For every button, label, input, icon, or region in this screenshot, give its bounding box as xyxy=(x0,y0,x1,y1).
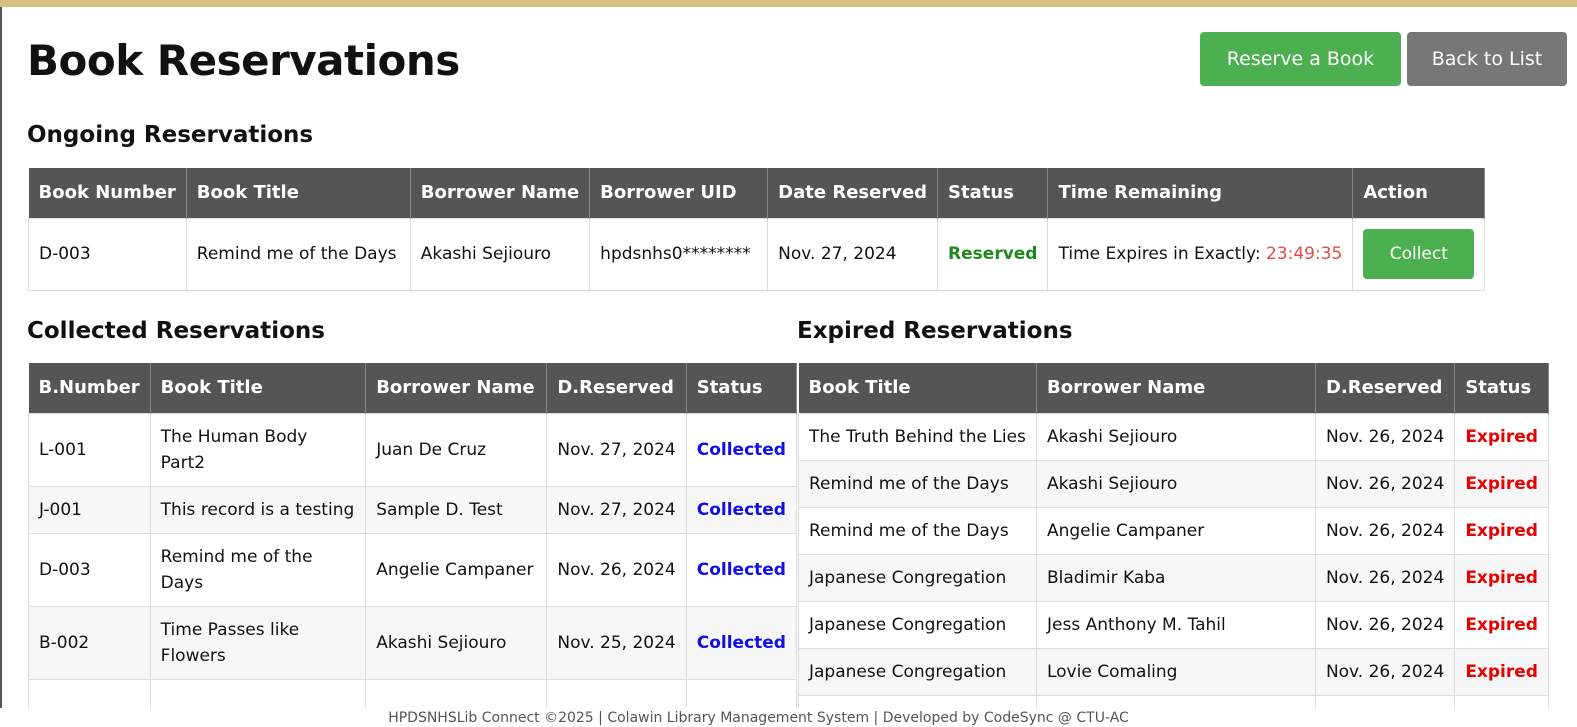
page-title: Book Reservations xyxy=(27,36,460,85)
collect-button[interactable]: Collect xyxy=(1363,229,1475,279)
book-title: Remind me of the Days xyxy=(149,532,367,607)
date-reserved: Nov. 26, 2024 xyxy=(546,532,687,607)
date-reserved: Nov. 27, 2024 xyxy=(767,217,939,291)
status-badge: Collected xyxy=(685,485,798,534)
column-header: Book Title xyxy=(798,363,1037,413)
table-row: Japanese Congregation Lovie Comaling Nov… xyxy=(798,647,1549,696)
table-row: D-003 Remind me of the Days Akashi Sejio… xyxy=(28,217,1486,291)
column-header: Book Title xyxy=(150,363,367,413)
table-header-row: Book Title Borrower Name D.Reserved Stat… xyxy=(798,363,1549,413)
date-reserved: Nov. 26, 2024 xyxy=(1314,647,1456,696)
status-badge: Expired xyxy=(1454,506,1549,555)
table-row: Japanese Congregation Bladimir Kaba Nov.… xyxy=(798,553,1549,602)
column-header: Action xyxy=(1352,168,1486,218)
borrower-name: Akashi Sejiouro xyxy=(1035,412,1316,461)
book-number: L-001 xyxy=(28,412,151,487)
column-header: Book Number xyxy=(28,168,187,218)
table-row: L-001 The Human Body Part2 Juan De Cruz … xyxy=(28,412,798,487)
book-number: D-003 xyxy=(28,532,151,607)
book-title: Remind me of the Days xyxy=(798,459,1037,508)
table-header-row: Book Number Book Title Borrower Name Bor… xyxy=(28,168,1486,218)
book-title: Japanese Congregation xyxy=(798,647,1037,696)
borrower-name: Lovie Comaling xyxy=(1035,647,1316,696)
book-number: B-002 xyxy=(28,605,151,680)
column-header: Status xyxy=(937,168,1049,218)
status-badge: Collected xyxy=(685,605,798,680)
column-header: D.Reserved xyxy=(546,363,687,413)
column-header: Book Title xyxy=(186,168,411,218)
column-header: Borrower Name xyxy=(1036,363,1316,413)
column-header: Borrower Name xyxy=(410,168,591,218)
book-title: The Human Body Part2 xyxy=(149,412,367,487)
column-header: B.Number xyxy=(28,363,151,413)
book-title: Remind me of the Days xyxy=(185,217,411,291)
ongoing-section-title: Ongoing Reservations xyxy=(27,122,314,148)
status-badge: Collected xyxy=(685,412,798,487)
status-badge: Expired xyxy=(1454,647,1549,696)
book-title: The Truth Behind the Lies xyxy=(798,412,1037,461)
time-remaining-label: Time Expires in Exactly: xyxy=(1058,244,1261,264)
table-row: J-001 This record is a testing Sample D.… xyxy=(28,485,798,534)
table-row: Japanese Congregation Jess Anthony M. Ta… xyxy=(798,600,1549,649)
table-row: Remind me of the Days Akashi Sejiouro No… xyxy=(798,459,1549,508)
book-title: Japanese Congregation xyxy=(798,600,1037,649)
book-number: J-001 xyxy=(28,485,151,534)
book-title: Time Passes like Flowers xyxy=(149,605,367,680)
collected-section-title: Collected Reservations xyxy=(27,318,325,344)
book-title: Remind me of the Days xyxy=(798,506,1037,555)
back-to-list-button[interactable]: Back to List xyxy=(1407,32,1567,86)
book-title: Japanese Congregation xyxy=(798,553,1037,602)
column-header: Date Reserved xyxy=(767,168,939,218)
left-border xyxy=(0,7,2,727)
borrower-name: Bladimir Kaba xyxy=(1035,553,1316,602)
borrower-name: Angelie Campaner xyxy=(365,532,548,607)
date-reserved: Nov. 26, 2024 xyxy=(1314,600,1456,649)
borrower-name: Angelie Campaner xyxy=(1035,506,1316,555)
footer-text: HPDSNHSLib Connect ©2025 | Colawin Libra… xyxy=(388,710,1129,726)
table-row: B-002 Time Passes like Flowers Akashi Se… xyxy=(28,605,798,680)
action-cell: Collect xyxy=(1352,217,1486,291)
borrower-name: Akashi Sejiouro xyxy=(365,605,548,680)
date-reserved: Nov. 26, 2024 xyxy=(1314,459,1456,508)
column-header: D.Reserved xyxy=(1315,363,1456,413)
status-badge: Expired xyxy=(1454,553,1549,602)
borrower-uid: hpdsnhs0******** xyxy=(589,217,769,291)
expired-section-title: Expired Reservations xyxy=(797,318,1073,344)
table-row: The Truth Behind the Lies Akashi Sejiour… xyxy=(798,412,1549,461)
borrower-name: Sample D. Test xyxy=(365,485,548,534)
column-header: Status xyxy=(686,363,798,413)
date-reserved: Nov. 26, 2024 xyxy=(1314,506,1456,555)
borrower-name: Jess Anthony M. Tahil xyxy=(1035,600,1316,649)
date-reserved: Nov. 26, 2024 xyxy=(1314,553,1456,602)
status-badge: Expired xyxy=(1454,412,1549,461)
footer: HPDSNHSLib Connect ©2025 | Colawin Libra… xyxy=(0,708,1577,727)
column-header: Status xyxy=(1454,363,1549,413)
borrower-name: Akashi Sejiouro xyxy=(1035,459,1316,508)
book-title: This record is a testing xyxy=(149,485,367,534)
date-reserved: Nov. 26, 2024 xyxy=(1314,412,1456,461)
status-badge: Expired xyxy=(1454,600,1549,649)
ongoing-table: Book Number Book Title Borrower Name Bor… xyxy=(28,168,1486,291)
status-badge: Reserved xyxy=(937,217,1049,291)
expired-table: Book Title Borrower Name D.Reserved Stat… xyxy=(798,363,1549,727)
reserve-book-button[interactable]: Reserve a Book xyxy=(1200,32,1401,86)
top-accent-bar xyxy=(0,0,1577,7)
status-badge: Expired xyxy=(1454,459,1549,508)
date-reserved: Nov. 27, 2024 xyxy=(546,412,687,487)
date-reserved: Nov. 27, 2024 xyxy=(546,485,687,534)
collected-table: B.Number Book Title Borrower Name D.Rese… xyxy=(28,363,798,727)
countdown-timer: 23:49:35 xyxy=(1265,244,1343,264)
status-badge: Collected xyxy=(685,532,798,607)
date-reserved: Nov. 25, 2024 xyxy=(546,605,687,680)
column-header: Time Remaining xyxy=(1047,168,1354,218)
column-header: Borrower UID xyxy=(589,168,769,218)
table-row: Remind me of the Days Angelie Campaner N… xyxy=(798,506,1549,555)
table-row: D-003 Remind me of the Days Angelie Camp… xyxy=(28,532,798,607)
column-header: Borrower Name xyxy=(365,363,548,413)
table-header-row: B.Number Book Title Borrower Name D.Rese… xyxy=(28,363,798,413)
book-number: D-003 xyxy=(28,217,187,291)
borrower-name: Juan De Cruz xyxy=(365,412,548,487)
borrower-name: Akashi Sejiouro xyxy=(409,217,591,291)
time-remaining: Time Expires in Exactly: 23:49:35 xyxy=(1047,217,1354,291)
